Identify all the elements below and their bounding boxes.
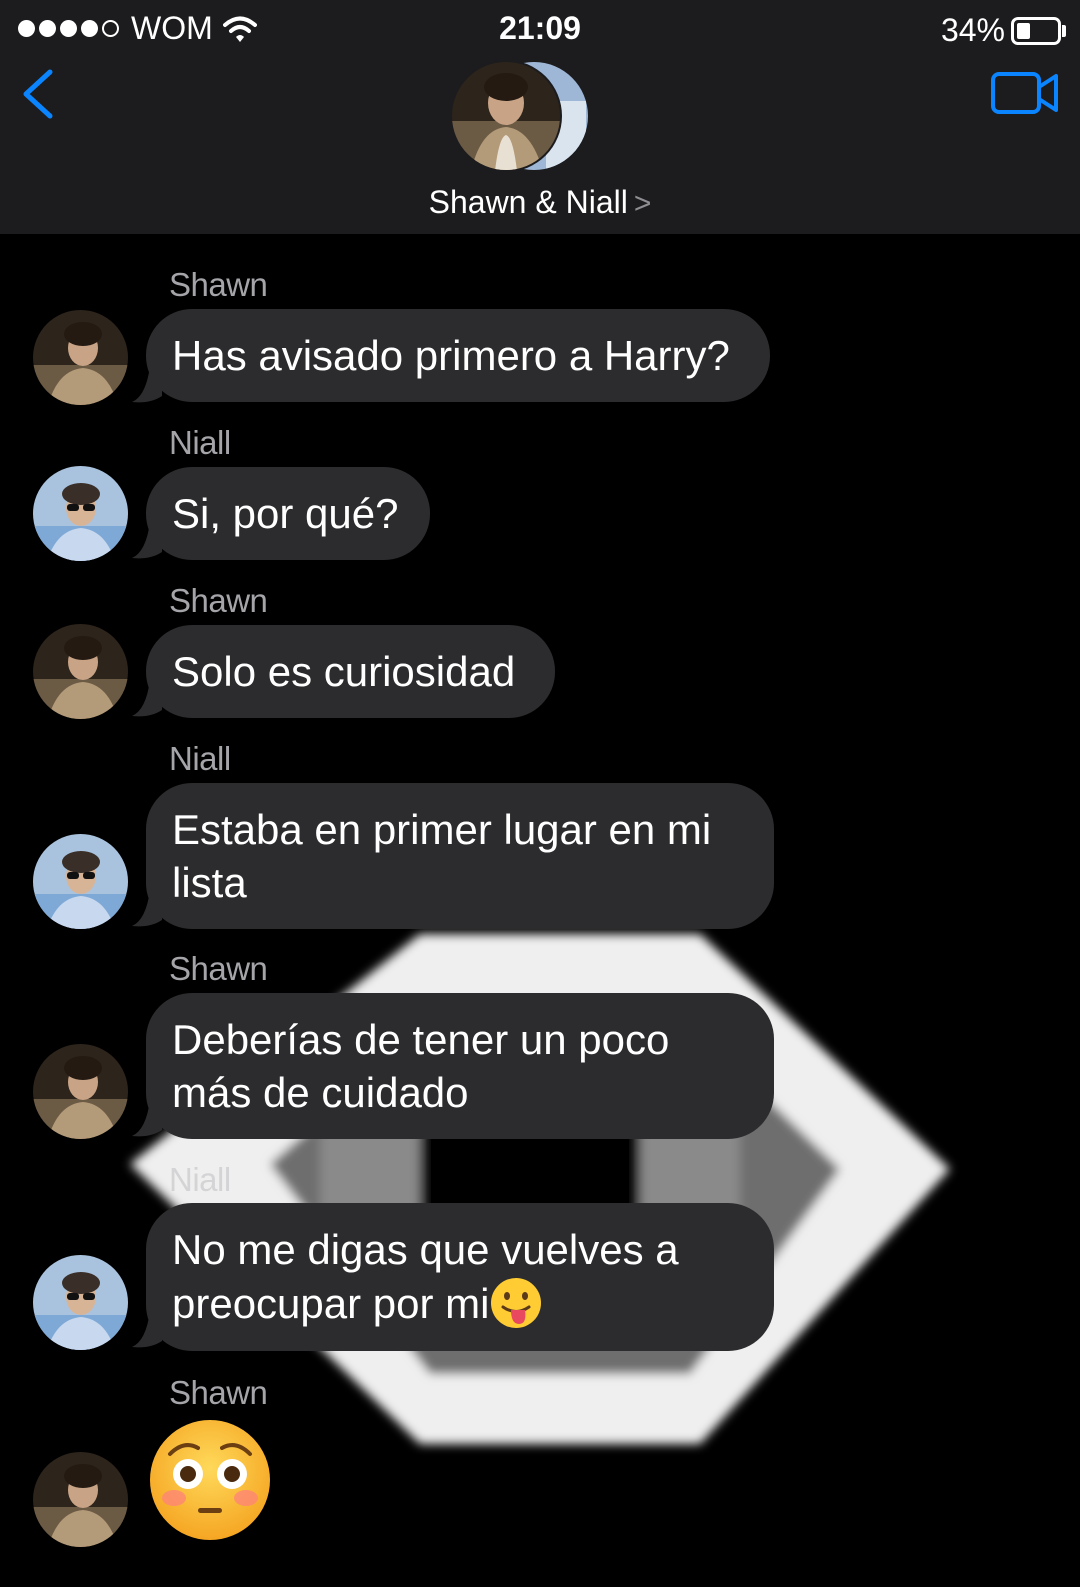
message-bubble[interactable]: Solo es curiosidad (146, 625, 555, 718)
flushed-face-icon[interactable] (148, 1418, 272, 1542)
chevron-left-icon (23, 69, 53, 119)
message-bubble[interactable]: No me digas que vuelves a preocupar por … (146, 1203, 774, 1351)
avatar-shawn[interactable] (33, 310, 128, 405)
battery-tip (1062, 24, 1066, 37)
avatar-shawn[interactable] (33, 1452, 128, 1547)
sender-name: Shawn (169, 1374, 268, 1411)
avatar-shawn[interactable] (33, 1044, 128, 1139)
sender-name: Shawn (169, 950, 268, 987)
avatar-niall[interactable] (33, 466, 128, 561)
message-bubble[interactable]: Estaba en primer lugar en mi lista (146, 783, 774, 929)
conversation-title[interactable]: Shawn & Niall > (0, 184, 1080, 221)
group-avatar[interactable] (451, 61, 589, 171)
battery-icon (1011, 16, 1061, 45)
chevron-right-icon: > (633, 187, 652, 220)
message-bubble[interactable]: Deberías de tener un poco más de cuidado (146, 993, 774, 1139)
video-camera-icon (991, 72, 1058, 114)
battery-percent: 34% (940, 12, 1005, 48)
message-bubble[interactable]: Si, por qué? (146, 467, 430, 560)
video-call-button[interactable] (990, 70, 1060, 116)
status-time: 21:09 (499, 10, 581, 46)
back-button[interactable] (18, 66, 58, 122)
message-list[interactable]: Shawn Has avisado primero a Harry? Niall… (0, 234, 1080, 1587)
avatar-niall[interactable] (33, 1255, 128, 1350)
avatar-shawn[interactable] (33, 624, 128, 719)
status-bar-right: 34% (941, 12, 1066, 49)
conversation-title-text: Shawn & Niall (428, 184, 628, 220)
avatar-niall[interactable] (33, 834, 128, 929)
sender-name: Niall (169, 424, 231, 461)
face-with-tongue-icon (491, 1278, 542, 1328)
battery-level-fill (1017, 22, 1030, 39)
sender-name: Niall (169, 740, 231, 777)
sender-name: Niall (169, 1161, 231, 1198)
message-text: No me digas que vuelves a preocupar por … (172, 1226, 679, 1327)
sender-name: Shawn (169, 266, 268, 303)
message-bubble[interactable]: Has avisado primero a Harry? (146, 309, 770, 402)
chat-header: WOM 21:09 34% Shawn & Niall > (0, 0, 1080, 234)
sender-name: Shawn (169, 582, 268, 619)
